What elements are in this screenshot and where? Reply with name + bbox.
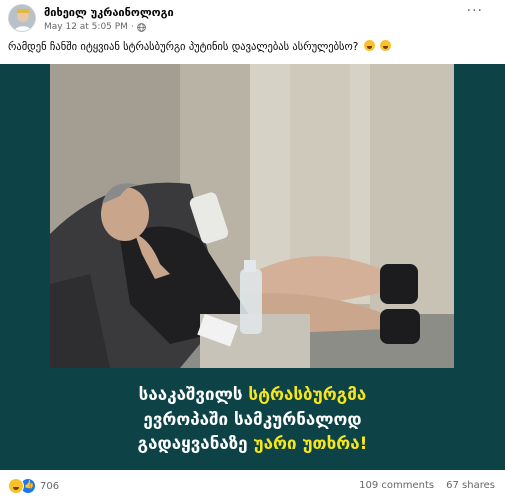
caption-text: რამდენ ჩანში იტყვიან სტრასბურგი პუტინის … (8, 41, 359, 53)
video-frame-image (50, 64, 454, 368)
post-stats: 109 comments 67 shares (359, 480, 495, 491)
shares-count[interactable]: 67 shares (446, 480, 495, 491)
post-footer: 706 109 comments 67 shares (0, 472, 505, 499)
overlay-text-part: გადაყვანაზე (137, 434, 254, 454)
haha-reaction-icon (8, 478, 24, 494)
overlay-headline-line-3: გადაყვანაზე უარი უთხრა! (0, 434, 505, 454)
laughing-emoji-icon (363, 40, 375, 51)
overlay-highlight: სტრასბურგმა (248, 385, 367, 405)
post-meta: May 12 at 5:05 PM · (44, 22, 146, 32)
overlay-highlight: უარი უთხრა! (253, 434, 368, 454)
author-name[interactable]: მიხეილ უკრაინოლოგი (44, 6, 174, 19)
meta-separator: · (130, 22, 134, 32)
reaction-count: 706 (40, 480, 60, 492)
comments-count[interactable]: 109 comments (359, 480, 434, 491)
overlay-headline-line-1: სააკაშვილს სტრასბურგმა (0, 385, 505, 405)
post-caption: რამდენ ჩანში იტყვიან სტრასბურგი პუტინის … (8, 40, 392, 53)
globe-icon (137, 22, 146, 32)
facebook-post: მიხეილ უკრაინოლოგი May 12 at 5:05 PM · ·… (0, 0, 505, 499)
avatar[interactable] (8, 4, 36, 32)
laughing-emoji-icon (380, 40, 392, 51)
more-icon[interactable]: ··· (467, 4, 483, 18)
reactions-summary[interactable]: 706 (8, 478, 59, 494)
post-timestamp[interactable]: May 12 at 5:05 PM (44, 22, 128, 32)
overlay-text-part: სააკაშვილს (138, 385, 249, 405)
overlay-headline-line-2: ევროპაში სამკურნალოდ (143, 410, 362, 430)
